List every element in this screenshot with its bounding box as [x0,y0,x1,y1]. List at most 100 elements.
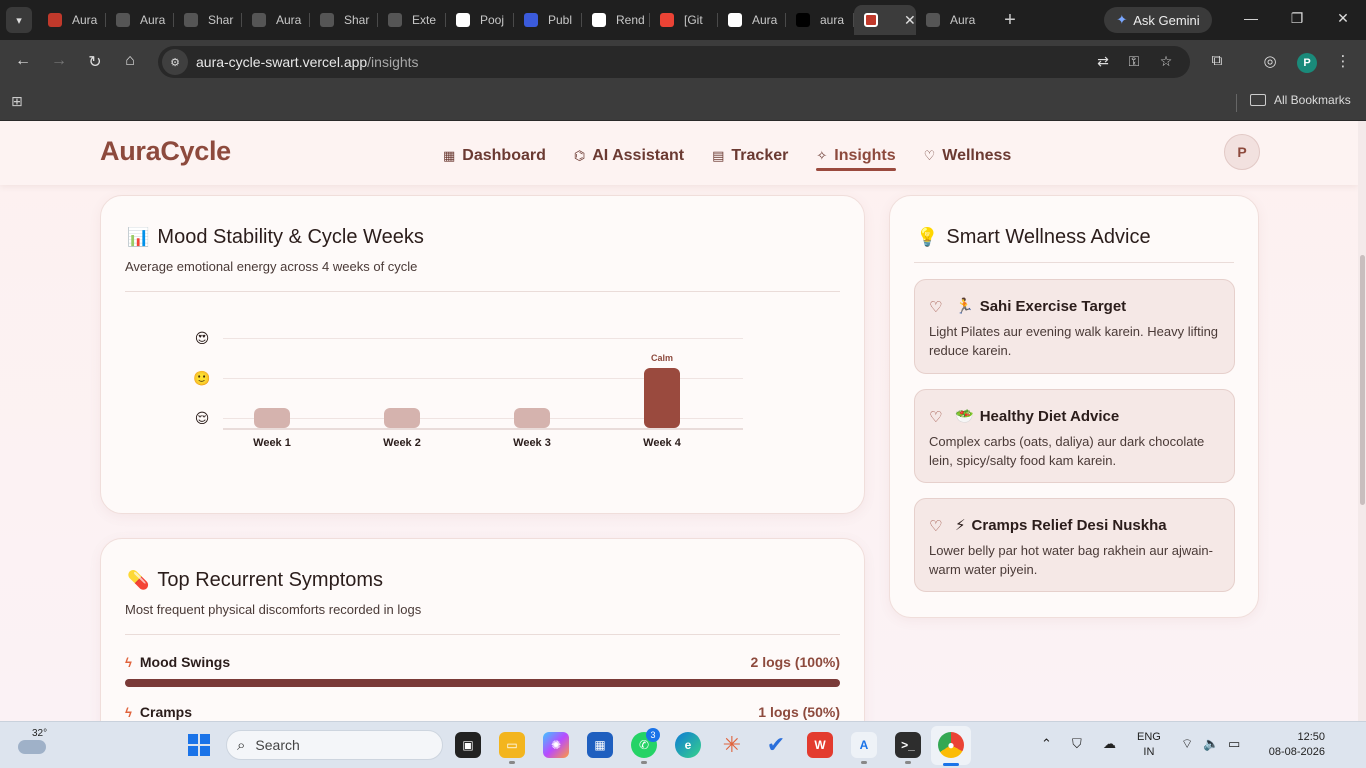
tab-search-chevron-icon[interactable]: ▾ [6,7,32,33]
advice-body: Light Pilates aur evening walk karein. H… [929,324,1219,358]
nav-wellness[interactable]: ♡ Wellness [924,142,1012,170]
ask-gemini-button[interactable]: ✦ Ask Gemini [1104,7,1212,33]
browser-tab[interactable]: [Git [650,5,718,35]
back-arrow-icon[interactable]: ← [12,52,34,70]
nav-insights[interactable]: ✧ Insights [816,142,896,171]
taskbar-search-input[interactable]: ⌕ Search [226,730,443,760]
chart-bar[interactable] [514,408,550,428]
performance-icon[interactable]: ◎ [1260,52,1280,70]
close-window-icon[interactable]: ✕ [1333,10,1353,27]
browser-tab[interactable]: Shar [174,5,242,35]
chart-x-tick-label: Week 4 [643,437,681,449]
weather-widget[interactable]: 32° [18,728,50,760]
app-a-icon[interactable]: A [851,732,877,758]
nav-ai-assistant[interactable]: ⌬ AI Assistant [574,142,684,170]
browser-tab[interactable]: Aura [106,5,174,35]
new-tab-button[interactable]: + [998,9,1022,32]
nav-dashboard[interactable]: ▦ Dashboard [443,142,546,170]
browser-tab[interactable]: Exte [378,5,446,35]
heart-icon[interactable]: ♡ [929,298,942,316]
tab-favicon-icon [388,13,402,27]
windows-start-icon[interactable] [188,734,210,756]
kebab-menu-icon[interactable]: ⋮ [1333,52,1353,70]
forward-arrow-icon[interactable]: → [48,52,70,70]
chart-x-tick-label: Week 1 [253,437,291,449]
tray-vpn-icon[interactable]: ⛉ [1072,736,1082,752]
address-bar[interactable]: ⚙ aura-cycle-swart.vercel.app/insights ⇄… [158,46,1190,78]
scrollbar-thumb[interactable] [1360,255,1365,505]
running-indicator [861,761,867,764]
bookmark-star-icon[interactable]: ☆ [1157,53,1175,70]
aura-favicon-icon [864,13,878,27]
terminal-icon[interactable]: >_ [895,732,921,758]
lightbulb-icon: 💡 [916,227,939,247]
sparkle-icon: ✧ [816,148,828,163]
advice-title: 🥗 Healthy Diet Advice [955,407,1120,426]
browser-tab[interactable]: Shar [310,5,378,35]
app-logo[interactable]: AuraCycle [100,136,231,167]
tray-cloud-icon[interactable]: ☁ [1103,736,1116,752]
browser-profile-avatar[interactable]: P [1297,53,1317,73]
all-bookmarks-button[interactable]: All Bookmarks [1250,93,1351,107]
nav-label: Wellness [942,147,1012,164]
browser-tab[interactable]: Rend [582,5,650,35]
minimize-icon[interactable]: — [1241,10,1261,26]
wps-office-icon[interactable]: W [807,732,833,758]
chart-bar[interactable] [254,408,290,428]
browser-tab[interactable]: Publ [514,5,582,35]
claude-icon[interactable]: ✳ [719,732,745,758]
browser-tab[interactable]: Aura [242,5,310,35]
microsoft-store-icon[interactable]: ▦ [587,732,613,758]
heart-icon: ♡ [923,148,936,163]
advice-item[interactable]: ♡ ⚡ Cramps Relief Desi Nuskha Lower belly p… [914,498,1235,592]
file-explorer-icon[interactable]: ▭ [499,732,525,758]
advice-item[interactable]: ♡ 🥗 Healthy Diet Advice Complex carbs (oats… [914,389,1235,483]
browser-tab[interactable]: Aura [38,5,106,35]
task-view-icon[interactable]: ▣ [455,732,481,758]
heart-icon[interactable]: ♡ [929,408,942,426]
extensions-icon[interactable]: ⧉ [1207,52,1227,69]
chart-bar[interactable] [644,368,680,428]
system-clock[interactable]: 12:50 08-08-2026 [1255,730,1325,760]
chart-gridline [223,338,743,339]
battery-icon[interactable]: ▭ [1228,736,1240,752]
chart-bar[interactable] [384,408,420,428]
browser-tab[interactable]: Aura [718,5,786,35]
volume-icon[interactable]: 🔈 [1203,736,1219,752]
close-tab-icon[interactable]: ✕ [904,12,916,29]
symptoms-card-subtitle: Most frequent physical discomforts recor… [125,602,422,617]
translate-icon[interactable]: ⇄ [1094,53,1112,70]
nav-tracker[interactable]: ▤ Tracker [712,142,788,170]
tab-favicon-icon [252,13,266,27]
site-settings-icon[interactable]: ⚙ [162,49,188,75]
whatsapp-badge: 3 [646,728,660,742]
browser-tab[interactable]: Pooj [446,5,514,35]
password-key-icon[interactable]: ⚿ [1125,53,1143,70]
edge-icon[interactable]: e [675,732,701,758]
user-avatar[interactable]: P [1224,134,1260,170]
tab-active[interactable]: ✕ [854,5,916,35]
nav-label: Tracker [731,147,789,164]
tray-chevron-icon[interactable]: ⌃ [1041,736,1052,752]
browser-tab[interactable]: aura [786,5,854,35]
symptom-progress-fill [125,679,840,687]
copilot-icon[interactable]: ✺ [543,732,569,758]
tab-favicon-icon [524,13,538,27]
symptom-progress-track [125,679,840,687]
home-icon[interactable]: ⌂ [119,52,141,70]
main-nav: ▦ Dashboard ⌬ AI Assistant ▤ Tracker ✧ Insights… [443,142,1012,171]
reload-icon[interactable]: ↻ [84,52,106,72]
browser-tab[interactable]: Aura [916,5,986,35]
calendar-icon: ▤ [712,148,725,163]
page-scrollbar[interactable] [1358,121,1366,721]
todo-check-icon[interactable]: ✔ [763,732,789,758]
advice-item[interactable]: ♡ 🏃 Sahi Exercise Target Light Pilates aur … [914,279,1235,374]
language-indicator[interactable]: ENG IN [1137,730,1161,760]
tab-favicon-icon [116,13,130,27]
restore-icon[interactable]: ❐ [1287,10,1307,27]
apps-grid-icon[interactable]: ⊞ [11,93,23,110]
wifi-icon[interactable]: ⌔ [1181,736,1193,752]
heart-icon[interactable]: ♡ [929,517,942,535]
chrome-icon[interactable]: ● [938,732,964,758]
tab-label: Rend [616,13,645,27]
